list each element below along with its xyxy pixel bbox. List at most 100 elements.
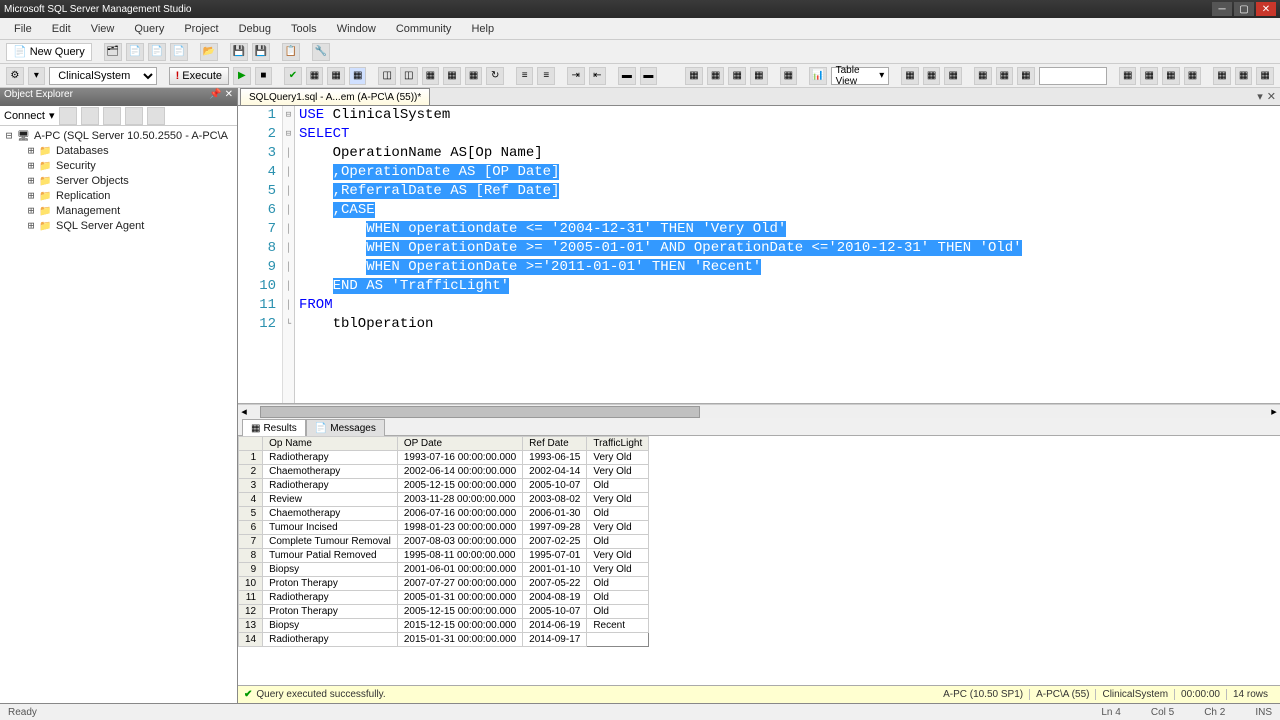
- tool-btn[interactable]: ▦: [750, 67, 768, 85]
- table-row[interactable]: 7Complete Tumour Removal2007-08-03 00:00…: [239, 535, 649, 549]
- table-row[interactable]: 1Radiotherapy1993-07-16 00:00:00.0001993…: [239, 451, 649, 465]
- menu-tools[interactable]: Tools: [283, 21, 325, 37]
- messages-tab[interactable]: 📄 Messages: [306, 419, 385, 436]
- tool-btn[interactable]: ▦: [1119, 67, 1137, 85]
- tool-btn[interactable]: ▦: [1213, 67, 1231, 85]
- tool-btn[interactable]: ▦: [923, 67, 941, 85]
- tree-sql-agent[interactable]: ⊞SQL Server Agent: [26, 218, 233, 233]
- menu-edit[interactable]: Edit: [44, 21, 79, 37]
- expander-icon[interactable]: ⊞: [26, 204, 36, 217]
- results-tab[interactable]: ▦ Results: [242, 419, 306, 436]
- debug-button[interactable]: ▶: [233, 67, 251, 85]
- tool-btn[interactable]: 🗂: [104, 43, 122, 61]
- menu-view[interactable]: View: [83, 21, 123, 37]
- tree-databases[interactable]: ⊞Databases: [26, 143, 233, 158]
- document-tab[interactable]: SQLQuery1.sql - A...em (A-PC\A (55))*: [240, 88, 430, 105]
- expander-icon[interactable]: ⊞: [26, 219, 36, 232]
- table-row[interactable]: 5Chaemotherapy2006-07-16 00:00:00.000200…: [239, 507, 649, 521]
- table-row[interactable]: 3Radiotherapy2005-12-15 00:00:00.0002005…: [239, 479, 649, 493]
- tool-btn[interactable]: ≡: [516, 67, 534, 85]
- tool-btn[interactable]: ▦: [443, 67, 461, 85]
- sql-editor[interactable]: 123456789101112 ⊟⊟│││││││││└ USE Clinica…: [238, 106, 1280, 404]
- tool-btn[interactable]: ▦: [780, 67, 798, 85]
- execute-button[interactable]: Execute: [169, 67, 229, 85]
- save-all-button[interactable]: 💾: [252, 43, 270, 61]
- menu-file[interactable]: File: [6, 21, 40, 37]
- menu-project[interactable]: Project: [176, 21, 226, 37]
- maximize-button[interactable]: ▢: [1234, 2, 1254, 16]
- tool-btn[interactable]: ▦: [944, 67, 962, 85]
- tool-btn[interactable]: ▦: [422, 67, 440, 85]
- pin-icon[interactable]: 📌 ✕: [209, 89, 233, 105]
- expander-icon[interactable]: ⊞: [26, 189, 36, 202]
- close-button[interactable]: ✕: [1256, 2, 1276, 16]
- editor-scrollbar[interactable]: ◂▸: [238, 404, 1280, 418]
- oe-tool[interactable]: [59, 107, 77, 125]
- open-button[interactable]: 📂: [200, 43, 218, 61]
- table-row[interactable]: 4Review2003-11-28 00:00:00.0002003-08-02…: [239, 493, 649, 507]
- table-row[interactable]: 2Chaemotherapy2002-06-14 00:00:00.000200…: [239, 465, 649, 479]
- tool-btn[interactable]: ▾: [28, 67, 46, 85]
- menu-community[interactable]: Community: [388, 21, 460, 37]
- indent-button[interactable]: ⇥: [567, 67, 585, 85]
- tool-btn[interactable]: ▦: [707, 67, 725, 85]
- tree-replication[interactable]: ⊞Replication: [26, 188, 233, 203]
- menu-window[interactable]: Window: [329, 21, 384, 37]
- tool-btn[interactable]: ▦: [1017, 67, 1035, 85]
- stop-button[interactable]: ■: [255, 67, 273, 85]
- oe-tool[interactable]: [81, 107, 99, 125]
- tree-server-objects[interactable]: ⊞Server Objects: [26, 173, 233, 188]
- code-body[interactable]: USE ClinicalSystemSELECT OperationName A…: [295, 106, 1280, 403]
- oe-tool[interactable]: [147, 107, 165, 125]
- col-header[interactable]: OP Date: [397, 437, 522, 451]
- table-row[interactable]: 10Proton Therapy2007-07-27 00:00:00.0002…: [239, 577, 649, 591]
- tree-management[interactable]: ⊞Management: [26, 203, 233, 218]
- tool-btn[interactable]: ↻: [486, 67, 504, 85]
- tool-btn[interactable]: ◫: [400, 67, 418, 85]
- menu-help[interactable]: Help: [463, 21, 502, 37]
- col-header[interactable]: TrafficLight: [587, 437, 649, 451]
- expander-icon[interactable]: ⊞: [26, 159, 36, 172]
- table-row[interactable]: 6Tumour Incised1998-01-23 00:00:00.00019…: [239, 521, 649, 535]
- tool-btn[interactable]: ▦: [349, 67, 367, 85]
- table-row[interactable]: 9Biopsy2001-06-01 00:00:00.0002001-01-10…: [239, 563, 649, 577]
- menu-query[interactable]: Query: [126, 21, 172, 37]
- new-query-button[interactable]: 📄 New Query: [6, 43, 92, 61]
- view-combo[interactable]: Table View ▾: [831, 67, 890, 85]
- outdent-button[interactable]: ⇤: [589, 67, 607, 85]
- results-grid[interactable]: Op Name OP Date Ref Date TrafficLight 1R…: [238, 436, 1280, 685]
- database-selector[interactable]: ClinicalSystem: [49, 67, 156, 85]
- expander-icon[interactable]: ⊞: [26, 144, 36, 157]
- tool-btn[interactable]: 📋: [282, 43, 300, 61]
- tool-btn[interactable]: 📄: [170, 43, 188, 61]
- tool-btn[interactable]: ▦: [685, 67, 703, 85]
- table-row[interactable]: 12Proton Therapy2005-12-15 00:00:00.0002…: [239, 605, 649, 619]
- table-row[interactable]: 8Tumour Patial Removed1995-08-11 00:00:0…: [239, 549, 649, 563]
- tool-btn[interactable]: ▦: [1140, 67, 1158, 85]
- table-row[interactable]: 11Radiotherapy2005-01-31 00:00:00.000200…: [239, 591, 649, 605]
- minimize-button[interactable]: ─: [1212, 2, 1232, 16]
- tool-btn[interactable]: 📄: [126, 43, 144, 61]
- connect-button[interactable]: Connect: [4, 110, 45, 122]
- tool-btn[interactable]: ≡: [537, 67, 555, 85]
- tool-btn[interactable]: 🔧: [312, 43, 330, 61]
- tool-btn[interactable]: ▦: [1184, 67, 1202, 85]
- parse-button[interactable]: ✔: [284, 67, 302, 85]
- tool-btn[interactable]: ▦: [327, 67, 345, 85]
- uncomment-button[interactable]: ▬: [640, 67, 658, 85]
- expander-icon[interactable]: ⊟: [4, 129, 14, 142]
- fold-gutter[interactable]: ⊟⊟│││││││││└: [283, 106, 295, 403]
- oe-tool[interactable]: [103, 107, 121, 125]
- tool-btn[interactable]: ▦: [1235, 67, 1253, 85]
- filter-field[interactable]: [1039, 67, 1107, 85]
- tool-btn[interactable]: ◫: [378, 67, 396, 85]
- tool-btn[interactable]: ▦: [306, 67, 324, 85]
- tool-btn[interactable]: 📄: [148, 43, 166, 61]
- tree-server-node[interactable]: ⊟A-PC (SQL Server 10.50.2550 - A-PC\A: [4, 128, 233, 143]
- menu-debug[interactable]: Debug: [231, 21, 279, 37]
- tool-btn[interactable]: ▦: [1256, 67, 1274, 85]
- tool-btn[interactable]: ▦: [728, 67, 746, 85]
- tool-btn[interactable]: ▦: [974, 67, 992, 85]
- col-header[interactable]: Op Name: [263, 437, 398, 451]
- save-button[interactable]: 💾: [230, 43, 248, 61]
